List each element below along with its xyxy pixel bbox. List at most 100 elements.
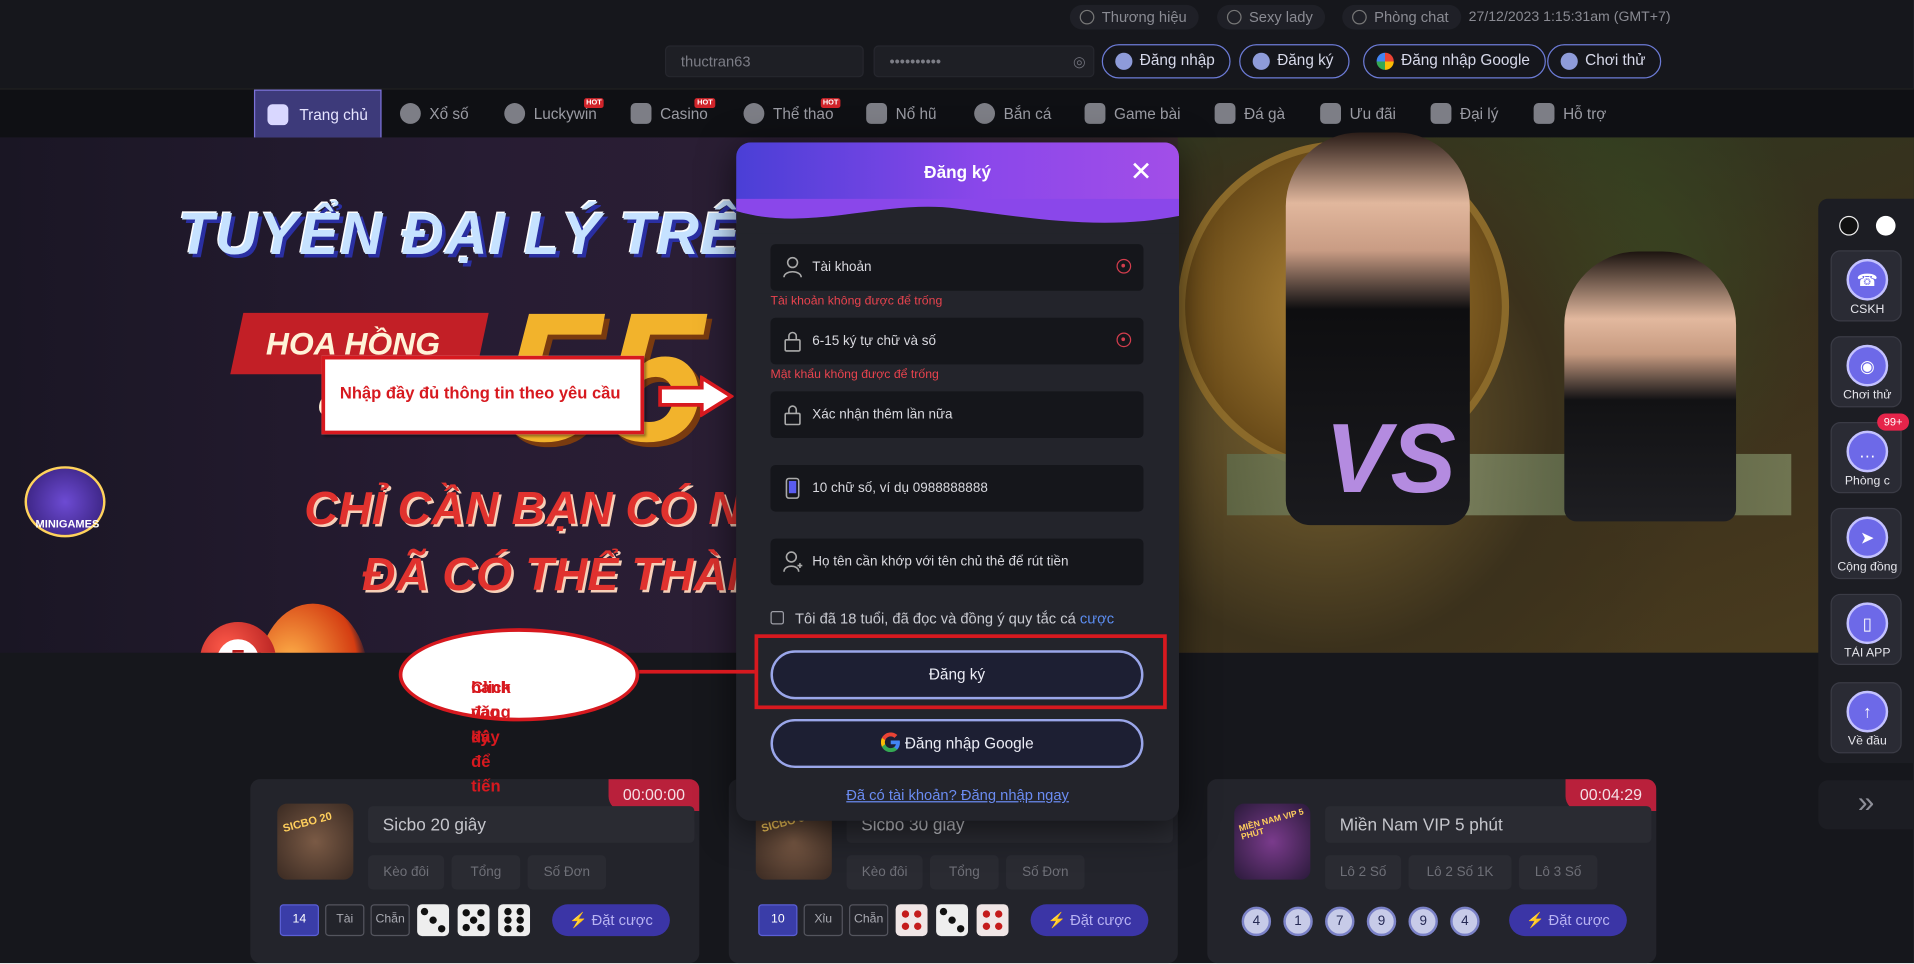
lock-icon: [784, 331, 801, 352]
password-error: Mật khẩu không được để trống: [770, 368, 939, 382]
theme-dark-toggle[interactable]: [1839, 215, 1859, 236]
confirm-password-field[interactable]: [770, 391, 1144, 439]
login-button[interactable]: Đăng nhập: [1101, 44, 1231, 79]
play-icon: [1226, 9, 1242, 25]
chat-icon: [1352, 9, 1367, 25]
error-icon: [1116, 258, 1132, 274]
gift-icon: [1320, 103, 1342, 124]
result-ball: 7: [1325, 906, 1355, 937]
sidebar-expand-chevron-icon[interactable]: »: [1818, 780, 1914, 830]
nav-item-home[interactable]: Trang chủ: [253, 89, 382, 139]
die-icon: [976, 904, 1009, 937]
result-ball: 1: [1283, 906, 1313, 937]
result-chanle: Chẵn: [370, 904, 410, 937]
community-button[interactable]: ➤ Cộng đồng: [1830, 507, 1902, 580]
sidebar-trial-button[interactable]: ◉ Chơi thử: [1830, 336, 1902, 408]
password-field[interactable]: [770, 317, 1144, 365]
die-icon: [498, 904, 531, 937]
minigames-logo[interactable]: MINIGAMES: [24, 466, 106, 538]
rooster-icon: [1214, 103, 1236, 124]
eye-icon[interactable]: ◎: [1073, 47, 1086, 76]
home-icon: [267, 104, 289, 126]
bet-button[interactable]: ⚡ Đặt cược: [552, 904, 670, 937]
agree-checkbox[interactable]: [770, 610, 784, 625]
result-ball: 4: [1241, 906, 1272, 937]
result-total: 14: [279, 904, 319, 937]
login-now-link[interactable]: Đã có tài khoản? Đăng nhập ngay: [736, 786, 1179, 803]
option-tab[interactable]: Số Đơn: [1006, 855, 1085, 890]
account-input[interactable]: [812, 244, 1107, 291]
close-icon[interactable]: ✕: [1129, 158, 1154, 185]
nav-item-slots[interactable]: Nổ hũ: [866, 90, 937, 139]
option-tab[interactable]: Lô 2 Số: [1325, 855, 1402, 890]
trial-button[interactable]: Chơi thử: [1547, 44, 1662, 79]
register-button-top[interactable]: Đăng ký: [1239, 44, 1350, 79]
annotation-connector: [639, 669, 755, 674]
bet-button[interactable]: ⚡ Đặt cược: [1030, 904, 1149, 937]
option-tab[interactable]: Lô 3 Số: [1518, 855, 1598, 890]
phone-icon: ▯: [1846, 602, 1889, 645]
nav-item-cockfight[interactable]: Đá gà: [1214, 90, 1285, 139]
username-input[interactable]: thuctran63: [664, 45, 864, 78]
nav-item-agent[interactable]: Đại lý: [1430, 90, 1498, 139]
fullname-field[interactable]: [770, 538, 1144, 586]
game-name: Miền Nam VIP 5 phút: [1325, 806, 1652, 843]
nav-item-luckywin[interactable]: Luckywin HOT: [504, 90, 605, 139]
car-icon: [1079, 9, 1095, 25]
nav-item-sports[interactable]: Thể thao HOT: [743, 90, 841, 139]
google-login-button-top[interactable]: Đăng nhập Google: [1363, 44, 1546, 79]
lottery-icon: [399, 103, 421, 124]
result-ball: 9: [1408, 906, 1438, 937]
nav-item-support[interactable]: Hỗ trợ: [1533, 90, 1606, 139]
gamepad-icon: [1560, 52, 1578, 70]
sidebar-chat-button[interactable]: … Phòng c: [1830, 422, 1902, 494]
account-field[interactable]: [770, 244, 1144, 291]
option-tab[interactable]: Tổng: [929, 855, 999, 890]
game-card-mien-nam-vip[interactable]: 00:04:29 MIỀN NAM VIP 5 PHÚT Miền Nam VI…: [1207, 779, 1657, 964]
google-login-button[interactable]: Đăng nhập Google: [770, 718, 1144, 769]
fullname-input[interactable]: [812, 538, 1107, 586]
theme-light-toggle[interactable]: [1875, 215, 1896, 236]
option-tab[interactable]: Lô 2 Số 1K: [1408, 855, 1512, 890]
lottery-ball: 5: [199, 622, 277, 653]
chat-bubble-icon: …: [1846, 430, 1889, 473]
nav-item-card-games[interactable]: Game bài: [1084, 90, 1181, 139]
back-to-top-button[interactable]: ↑ Về đầu: [1830, 682, 1902, 754]
user-icon: [783, 256, 802, 278]
nav-item-fishing[interactable]: Bắn cá: [974, 90, 1051, 139]
brand-link[interactable]: Thương hiệu: [1069, 4, 1200, 30]
result-taixiu: Tài: [325, 904, 365, 937]
game-thumbnail: SICBO 20: [277, 803, 354, 880]
phone-field[interactable]: [770, 464, 1144, 512]
sexy-lady-link[interactable]: Sexy lady: [1217, 4, 1326, 30]
slot-machine-icon: [866, 103, 888, 124]
customer-service-button[interactable]: ☎ CSKH: [1830, 250, 1902, 322]
password-input-modal[interactable]: [812, 317, 1107, 365]
add-user-icon: [1252, 52, 1270, 70]
register-button-highlight: [754, 634, 1167, 710]
google-icon: [1376, 52, 1394, 70]
option-tab[interactable]: Tổng: [451, 855, 521, 890]
rules-link[interactable]: cược: [1080, 610, 1114, 627]
confirm-password-input[interactable]: [812, 391, 1107, 439]
download-app-button[interactable]: ▯ TẢI APP: [1830, 593, 1902, 665]
phone-input[interactable]: [812, 464, 1107, 512]
bet-button[interactable]: ⚡ Đặt cược: [1509, 904, 1627, 937]
cards-icon: [1084, 103, 1106, 124]
option-tab[interactable]: Số Đơn: [527, 855, 607, 890]
option-tab[interactable]: Kèo đôi: [368, 855, 445, 890]
nav-item-promotions[interactable]: Ưu đãi: [1320, 90, 1396, 139]
gamepad-icon: ◉: [1846, 344, 1889, 387]
register-modal: Đăng ký ✕ Tài khoản không được để trống …: [736, 142, 1180, 821]
google-icon: [880, 732, 900, 753]
result-taixiu: Xỉu: [803, 904, 843, 937]
top-bar: Thương hiệu Sexy lady Phòng chat 27/12/2…: [0, 0, 1914, 34]
nav-item-lottery[interactable]: Xổ số: [399, 90, 469, 139]
annotation-box-1: Nhập đầy đủ thông tin theo yêu cầu: [321, 355, 645, 435]
arrow-right-icon: [658, 375, 734, 418]
game-card-sicbo-20[interactable]: 00:00:00 SICBO 20 Sicbo 20 giây Kèo đôi …: [250, 779, 700, 964]
nav-item-casino[interactable]: Casino HOT: [630, 90, 716, 139]
option-tab[interactable]: Kèo đôi: [846, 855, 923, 890]
chat-room-link[interactable]: Phòng chat: [1342, 4, 1461, 30]
password-input[interactable]: •••••••••• ◎: [873, 45, 1095, 78]
